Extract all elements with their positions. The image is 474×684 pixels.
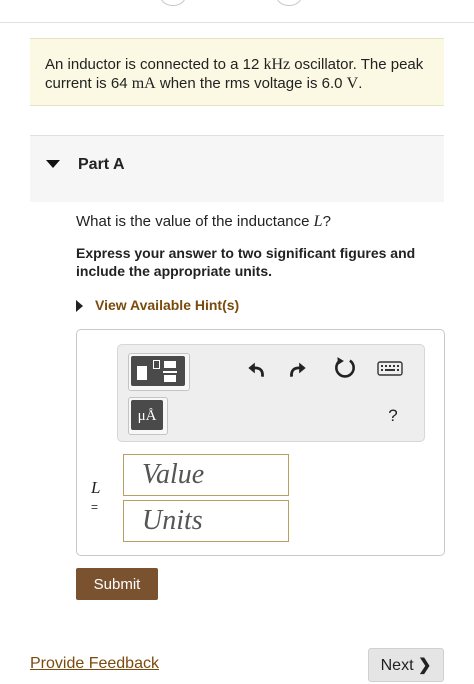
caret-down-icon[interactable]	[46, 160, 60, 168]
answer-area: μÅ ? L =	[76, 329, 445, 556]
value-input[interactable]	[123, 454, 289, 496]
reset-icon[interactable]	[332, 355, 358, 381]
redo-icon[interactable]	[284, 355, 310, 381]
undo-icon[interactable]	[244, 355, 270, 381]
variable-label: L	[91, 478, 101, 497]
units-input[interactable]	[123, 500, 289, 542]
templates-button[interactable]	[128, 353, 190, 391]
math-toolbar: μÅ ?	[117, 344, 425, 442]
top-divider	[0, 22, 474, 23]
top-tab-circle	[276, 0, 302, 6]
part-label: Part A	[78, 156, 125, 173]
units-button[interactable]: μÅ	[128, 397, 168, 435]
hint-label: View Available Hint(s)	[95, 297, 240, 313]
equals-sign: =	[91, 500, 99, 514]
question-text: What is the value of the inductance L?	[76, 213, 331, 230]
problem-statement: An inductor is connected to a 12 kHz osc…	[30, 38, 444, 106]
help-button[interactable]: ?	[380, 403, 406, 429]
templates-icon	[131, 356, 185, 386]
next-button[interactable]: Next ❯	[368, 648, 444, 682]
problem-text: An inductor is connected to a 12 kHz osc…	[45, 56, 424, 92]
keyboard-icon[interactable]	[376, 355, 404, 381]
caret-right-icon	[76, 300, 83, 312]
submit-button[interactable]: Submit	[76, 568, 158, 600]
units-icon: μÅ	[131, 400, 163, 430]
next-label: Next	[380, 657, 414, 674]
provide-feedback-link[interactable]: Provide Feedback	[30, 655, 159, 673]
chevron-right-icon: ❯	[417, 657, 432, 674]
part-a-header[interactable]: Part A	[30, 135, 444, 202]
top-tab-circle	[160, 0, 186, 6]
answer-instruction: Express your answer to two significant f…	[76, 245, 416, 279]
